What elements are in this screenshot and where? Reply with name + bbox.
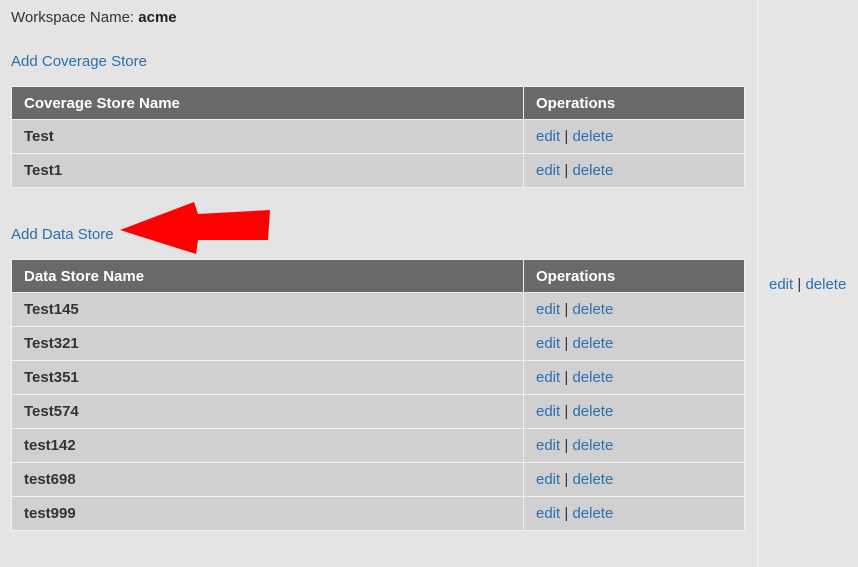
coverage-store-name-cell: Test: [11, 119, 524, 154]
data-store-row: Test351 edit | delete: [11, 360, 745, 395]
delete-link[interactable]: delete: [572, 162, 613, 179]
add-coverage-store-link[interactable]: Add Coverage Store: [11, 53, 147, 70]
data-store-operations-cell: edit | delete: [523, 428, 745, 463]
delete-link[interactable]: delete: [572, 505, 613, 522]
coverage-store-operations-cell: edit | delete: [523, 153, 745, 188]
delete-link[interactable]: delete: [572, 471, 613, 488]
data-store-operations-cell: edit | delete: [523, 292, 745, 327]
main-panel: Workspace Name: acme Add Coverage Store …: [0, 0, 757, 567]
data-store-name-cell: test999: [11, 496, 524, 531]
data-operations-header: Operations: [523, 259, 745, 293]
data-store-row: test999 edit | delete: [11, 496, 745, 531]
right-edit-link[interactable]: edit: [769, 276, 793, 293]
data-store-name-cell: Test321: [11, 326, 524, 361]
edit-link[interactable]: edit: [536, 471, 560, 488]
data-store-name-cell: Test145: [11, 292, 524, 327]
right-panel-operations: edit | delete: [769, 276, 846, 293]
ops-separator: |: [564, 128, 569, 145]
data-store-name-cell: test142: [11, 428, 524, 463]
data-table-header-row: Data Store Name Operations: [11, 259, 745, 293]
ops-separator: |: [564, 471, 569, 488]
ops-separator: |: [564, 403, 569, 420]
ops-separator: |: [564, 369, 569, 386]
ops-separator: |: [564, 301, 569, 318]
data-store-row: Test321 edit | delete: [11, 326, 745, 361]
workspace-name-line: Workspace Name: acme: [11, 9, 177, 26]
edit-link[interactable]: edit: [536, 369, 560, 386]
edit-link[interactable]: edit: [536, 128, 560, 145]
right-ops-separator: |: [797, 276, 802, 293]
workspace-name-label: Workspace Name:: [11, 9, 135, 26]
delete-link[interactable]: delete: [572, 437, 613, 454]
data-store-name-cell: Test574: [11, 394, 524, 429]
edit-link[interactable]: edit: [536, 505, 560, 522]
right-delete-link[interactable]: delete: [805, 276, 846, 293]
edit-link[interactable]: edit: [536, 162, 560, 179]
ops-separator: |: [564, 335, 569, 352]
delete-link[interactable]: delete: [572, 301, 613, 318]
coverage-store-row: Test edit | delete: [11, 119, 745, 154]
delete-link[interactable]: delete: [572, 128, 613, 145]
delete-link[interactable]: delete: [572, 369, 613, 386]
data-store-operations-cell: edit | delete: [523, 360, 745, 395]
data-store-row: test142 edit | delete: [11, 428, 745, 463]
ops-separator: |: [564, 437, 569, 454]
data-store-operations-cell: edit | delete: [523, 462, 745, 497]
coverage-store-table: Coverage Store Name Operations Test edit …: [11, 86, 745, 188]
add-data-store-link[interactable]: Add Data Store: [11, 226, 114, 243]
edit-link[interactable]: edit: [536, 301, 560, 318]
data-store-operations-cell: edit | delete: [523, 496, 745, 531]
data-store-name-cell: test698: [11, 462, 524, 497]
coverage-table-header-row: Coverage Store Name Operations: [11, 86, 745, 120]
delete-link[interactable]: delete: [572, 403, 613, 420]
coverage-store-name-cell: Test1: [11, 153, 524, 188]
coverage-store-row: Test1 edit | delete: [11, 153, 745, 188]
data-store-name-header: Data Store Name: [11, 259, 524, 293]
coverage-operations-header: Operations: [523, 86, 745, 120]
data-store-name-cell: Test351: [11, 360, 524, 395]
data-store-row: Test145 edit | delete: [11, 292, 745, 327]
data-store-row: Test574 edit | delete: [11, 394, 745, 429]
data-store-table: Data Store Name Operations Test145 edit |…: [11, 259, 745, 531]
data-store-operations-cell: edit | delete: [523, 326, 745, 361]
coverage-store-operations-cell: edit | delete: [523, 119, 745, 154]
data-store-row: test698 edit | delete: [11, 462, 745, 497]
edit-link[interactable]: edit: [536, 437, 560, 454]
ops-separator: |: [564, 162, 569, 179]
ops-separator: |: [564, 505, 569, 522]
coverage-store-name-header: Coverage Store Name: [11, 86, 524, 120]
red-arrow-icon: [120, 202, 270, 254]
edit-link[interactable]: edit: [536, 403, 560, 420]
workspace-name-value: acme: [138, 9, 177, 26]
data-store-operations-cell: edit | delete: [523, 394, 745, 429]
delete-link[interactable]: delete: [572, 335, 613, 352]
edit-link[interactable]: edit: [536, 335, 560, 352]
